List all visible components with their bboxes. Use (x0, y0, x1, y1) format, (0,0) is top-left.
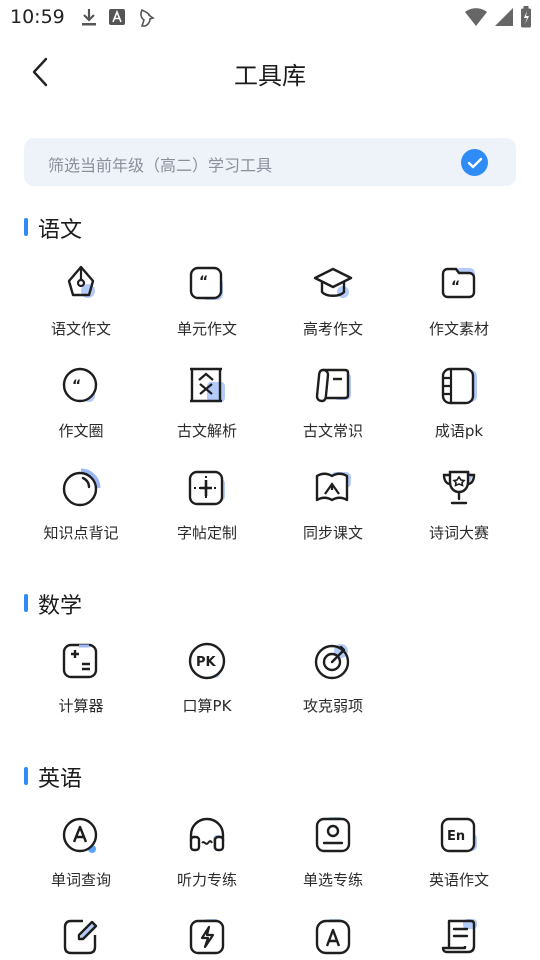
grade-filter[interactable]: 筛选当前年级（高二）学习工具 (24, 138, 516, 186)
pk-badge-icon: PK (187, 641, 227, 681)
chat-quote-icon: “ (61, 366, 101, 406)
tool-item[interactable] (396, 917, 522, 960)
tool-item[interactable]: 攻克弱项 (270, 641, 396, 731)
status-time: 10:59 (10, 6, 65, 28)
person-card-icon (313, 815, 353, 855)
headphones-icon (187, 815, 227, 855)
trophy-icon (439, 468, 479, 508)
page-title: 工具库 (234, 62, 306, 90)
pen-nib-icon (61, 264, 101, 304)
tool-label: 高考作文 (302, 320, 363, 338)
circle-progress-icon (61, 468, 101, 508)
target-icon (313, 641, 353, 681)
tool-label: 计算器 (58, 697, 104, 715)
tool-item[interactable]: “ 作文圈 (18, 366, 144, 456)
quote-box-icon: “ (187, 264, 227, 304)
tool-item[interactable]: “ 作文素材 (396, 264, 522, 354)
tool-label: 英语作文 (428, 871, 489, 889)
tool-item[interactable]: 同步课文 (270, 468, 396, 558)
tool-label: 口算PK (182, 697, 232, 715)
section-title: 语文 (38, 218, 83, 243)
section-math: 数学 (0, 588, 540, 619)
header: 工具库 (0, 44, 540, 100)
tool-item[interactable]: 字帖定制 (144, 468, 270, 558)
tool-item[interactable]: 单词查询 (18, 815, 144, 905)
status-bar: 10:59 (0, 0, 540, 36)
tool-item[interactable]: 单选专练 (270, 815, 396, 905)
signal-icon (494, 7, 514, 27)
wifi-icon (464, 7, 488, 27)
tool-item[interactable]: 诗词大赛 (396, 468, 522, 558)
open-book-icon (313, 468, 353, 508)
tool-label: 攻克弱项 (302, 697, 363, 715)
tool-label: 作文素材 (428, 320, 489, 338)
svg-text:PK: PK (196, 655, 217, 670)
tool-item[interactable] (270, 917, 396, 960)
tool-label: 知识点背记 (43, 524, 119, 542)
tool-item[interactable] (18, 917, 144, 960)
tool-label: 单元作文 (176, 320, 237, 338)
tool-item[interactable]: 听力专练 (144, 815, 270, 905)
tool-label: 听力专练 (176, 871, 237, 889)
font-icon (108, 8, 126, 26)
tool-item[interactable]: PK 口算PK (144, 641, 270, 731)
tool-item[interactable]: 知识点背记 (18, 468, 144, 558)
bird-icon (136, 6, 158, 28)
section-english: 英语 (0, 761, 540, 792)
calculator-icon (61, 641, 101, 681)
svg-text:“: “ (72, 378, 81, 394)
check-icon[interactable] (461, 149, 488, 176)
letter-a-box-icon (313, 917, 353, 957)
edit-note-icon (61, 917, 101, 957)
tool-item[interactable]: 古文解析 (144, 366, 270, 456)
section-title: 英语 (38, 767, 83, 792)
tool-item[interactable]: 高考作文 (270, 264, 396, 354)
tool-label: 单词查询 (50, 871, 111, 889)
svg-text:“: “ (199, 274, 208, 290)
section-bar (24, 594, 28, 612)
tool-item[interactable]: 计算器 (18, 641, 144, 731)
book-scroll-icon (313, 366, 353, 406)
scroll-list-icon (439, 917, 479, 957)
svg-text:En: En (447, 829, 465, 844)
tool-item[interactable] (144, 917, 270, 960)
tool-item[interactable]: “ 单元作文 (144, 264, 270, 354)
tool-label: 诗词大赛 (428, 524, 489, 542)
tool-item[interactable]: En 英语作文 (396, 815, 522, 905)
tool-label: 成语pk (434, 422, 484, 440)
tool-label: 古文解析 (176, 422, 237, 440)
section-title: 数学 (38, 594, 83, 619)
ancient-text-icon (187, 366, 227, 406)
tool-label: 古文常识 (302, 422, 363, 440)
letter-a-circle-icon (61, 815, 101, 855)
tool-label: 单选专练 (302, 871, 363, 889)
battery-icon (520, 6, 532, 28)
tool-item[interactable]: 古文常识 (270, 366, 396, 456)
folder-quote-icon: “ (439, 264, 479, 304)
en-box-icon: En (439, 815, 479, 855)
graduation-cap-icon (313, 264, 353, 304)
tool-item[interactable]: 成语pk (396, 366, 522, 456)
section-bar (24, 218, 28, 236)
section-bar (24, 767, 28, 785)
lightning-box-icon (187, 917, 227, 957)
grade-filter-label: 筛选当前年级（高二）学习工具 (48, 156, 273, 175)
tool-label: 语文作文 (50, 320, 111, 338)
svg-text:“: “ (451, 279, 460, 295)
tool-label: 字帖定制 (176, 524, 237, 542)
grid-character-icon (187, 468, 227, 508)
download-icon (80, 7, 98, 27)
tool-item[interactable]: 语文作文 (18, 264, 144, 354)
tool-label: 同步课文 (302, 524, 363, 542)
section-chinese: 语文 (0, 212, 540, 243)
tool-label: 作文圈 (58, 422, 104, 440)
film-book-icon (439, 366, 479, 406)
